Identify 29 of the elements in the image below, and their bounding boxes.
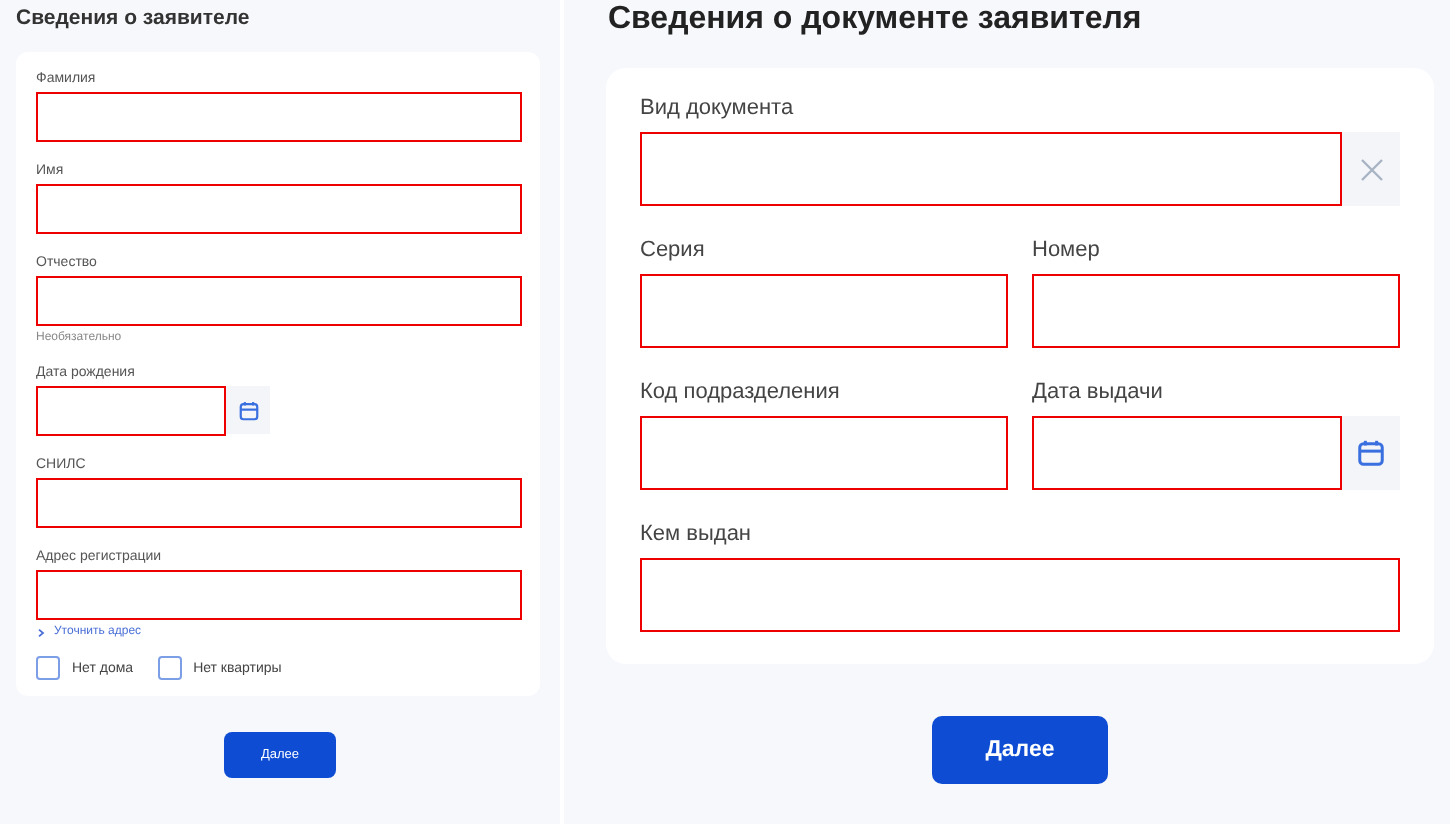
input-field[interactable] [640,416,1008,490]
input-field[interactable] [640,558,1400,632]
checkbox[interactable] [36,656,60,680]
input-field[interactable] [36,478,522,528]
input-field[interactable] [36,276,522,326]
chevron-icon [36,627,46,637]
input-field[interactable] [640,132,1342,206]
input-field[interactable] [1032,416,1342,490]
input-field[interactable] [640,274,1008,348]
calendar-button[interactable] [1342,416,1400,490]
field-label: Дата выдачи [1032,380,1165,404]
calendar-button[interactable] [226,386,270,434]
close-icon [1359,157,1383,181]
section-title: Сведения о заявителе [16,6,252,30]
field-label: Код подразделения [640,380,842,404]
field-label: Кем выдан [640,522,754,546]
section-title: Сведения о документе заявителя [608,2,1144,38]
field-label: Номер [1032,238,1102,262]
input-field[interactable] [1032,274,1400,348]
field-label: Серия [640,238,707,262]
calendar-icon [237,399,259,421]
calendar-icon [1356,438,1386,468]
input-field[interactable] [36,570,522,620]
input-field[interactable] [36,184,522,234]
checkbox[interactable] [157,656,182,680]
next-button[interactable]: Далее [932,716,1108,784]
input-field[interactable] [36,386,226,436]
input-field[interactable] [36,92,522,142]
field-label: Вид документа [640,96,796,120]
